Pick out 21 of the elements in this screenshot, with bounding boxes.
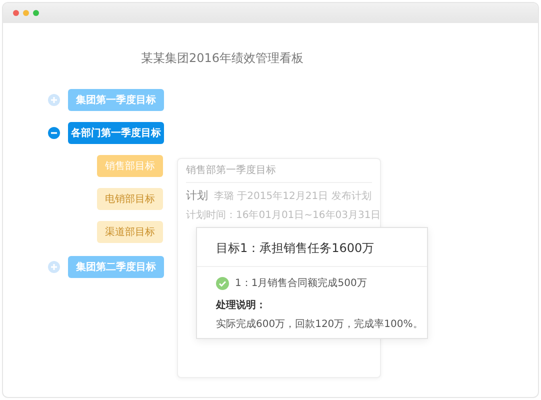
note-label: 处理说明： <box>216 298 267 312</box>
note-text: 实际完成600万，回款120万，完成率100%。 <box>216 318 423 331</box>
page-title: 某某集团2016年绩效管理看板 <box>141 50 304 67</box>
maximize-button[interactable] <box>33 10 39 16</box>
task-text: 1：1月销售合同额完成500万 <box>235 276 367 290</box>
tree-child-node[interactable]: 销售部目标 <box>97 155 163 177</box>
plan-period: 计划时间：16年01月01日~16年03月31日 <box>186 208 381 222</box>
collapse-icon[interactable] <box>48 127 60 139</box>
tree-node[interactable]: 各部门第一季度目标 <box>68 122 164 144</box>
card-title: 销售部第一季度目标 <box>186 159 372 183</box>
expand-icon[interactable] <box>48 261 60 273</box>
tree-child-node[interactable]: 电销部目标 <box>97 188 163 210</box>
tree-node[interactable]: 集团第一季度目标 <box>68 89 164 111</box>
minimize-button[interactable] <box>23 10 29 16</box>
tree-child-node[interactable]: 渠道部目标 <box>97 221 163 243</box>
goal-title: 目标1：承担销售任务1600万 <box>197 228 427 267</box>
tree-node[interactable]: 集团第二季度目标 <box>68 256 164 278</box>
plan-publisher: 李璐 于2015年12月21日 发布计划 <box>214 190 372 203</box>
close-button[interactable] <box>13 10 19 16</box>
plan-heading: 计划 <box>186 188 208 203</box>
expand-icon[interactable] <box>48 94 60 106</box>
